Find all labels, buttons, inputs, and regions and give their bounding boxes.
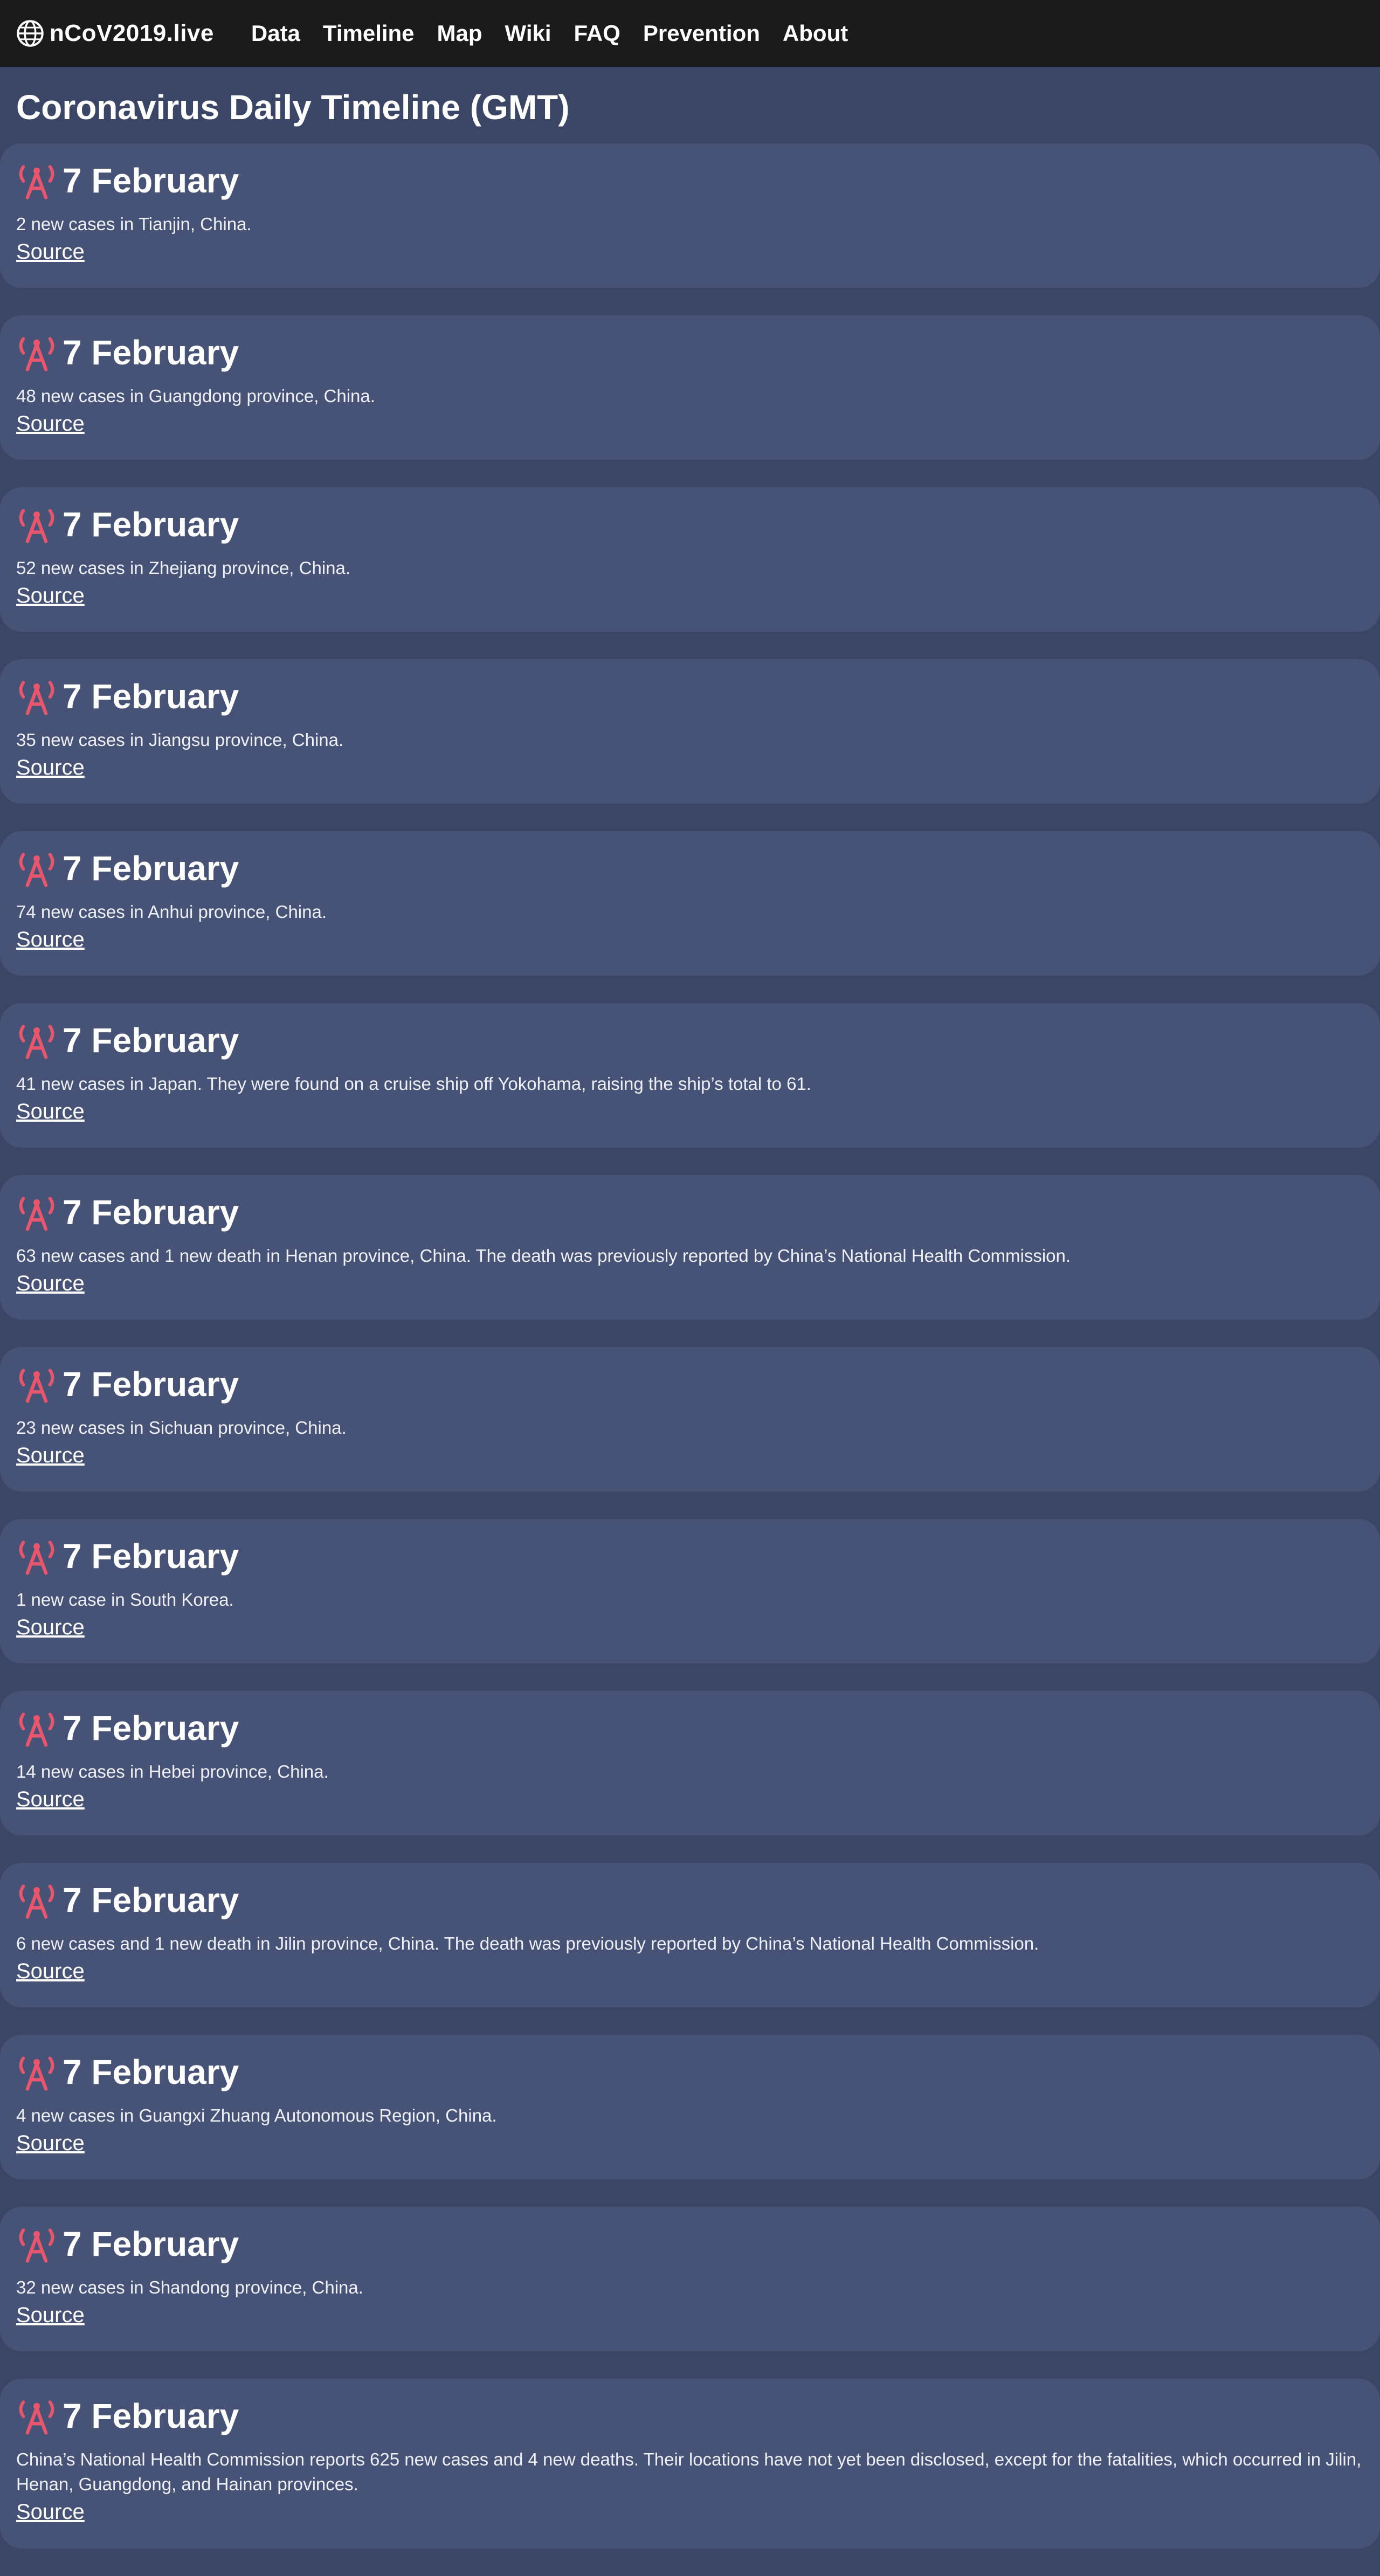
source-link[interactable]: Source	[16, 1444, 85, 1468]
broadcast-tower-icon	[19, 1712, 54, 1747]
source-link[interactable]: Source	[16, 2500, 85, 2524]
timeline-entry: 7 February 41 new cases in Japan. They we…	[0, 1003, 1380, 1148]
entry-date: 7 February	[63, 1365, 239, 1404]
entry-text: 23 new cases in Sichuan province, China.	[16, 1417, 347, 1438]
timeline-entry: 7 February 32 new cases in Shandong provi…	[0, 2207, 1380, 2352]
source-link[interactable]: Source	[16, 1272, 85, 1296]
broadcast-tower-icon	[19, 2056, 54, 2091]
source-link[interactable]: Source	[16, 1787, 85, 1812]
broadcast-tower-icon	[19, 1540, 54, 1575]
nav-link-wiki[interactable]: Wiki	[505, 20, 551, 46]
page-title: Coronavirus Daily Timeline (GMT)	[16, 88, 570, 127]
top-navbar: nCoV2019.live Data Timeline Map Wiki FAQ…	[0, 0, 1380, 67]
entry-date: 7 February	[63, 677, 239, 716]
entry-date: 7 February	[63, 1193, 239, 1232]
entry-text: 14 new cases in Hebei province, China.	[16, 1761, 329, 1781]
timeline-entry: 7 February 1 new case in South Korea. Sour…	[0, 1519, 1380, 1664]
entry-header: 7 February	[16, 1537, 1364, 1576]
broadcast-tower-icon	[19, 336, 54, 371]
timeline-entry: 7 February China’s National Health Commis…	[0, 2379, 1380, 2549]
brand-name: nCoV2019.live	[50, 20, 214, 46]
entry-header: 7 February	[16, 505, 1364, 544]
entry-date: 7 February	[63, 1709, 239, 1748]
entry-header: 7 February	[16, 1193, 1364, 1232]
entry-date: 7 February	[63, 1021, 239, 1060]
entry-date: 7 February	[63, 849, 239, 888]
entry-text: 41 new cases in Japan. They were found o…	[16, 1073, 811, 1094]
timeline-entry: 7 February 23 new cases in Sichuan provin…	[0, 1347, 1380, 1492]
entry-text: 35 new cases in Jiangsu province, China.	[16, 729, 344, 750]
nav-link-prevention[interactable]: Prevention	[643, 20, 760, 46]
timeline-entry: 7 February 4 new cases in Guangxi Zhuang …	[0, 2035, 1380, 2180]
entry-date: 7 February	[63, 2053, 239, 2092]
nav-links: Data Timeline Map Wiki FAQ Prevention Ab…	[240, 20, 859, 46]
timeline-entry: 7 February 48 new cases in Guangdong prov…	[0, 315, 1380, 460]
entry-date: 7 February	[63, 2397, 239, 2436]
source-link[interactable]: Source	[16, 240, 85, 264]
source-link[interactable]: Source	[16, 412, 85, 436]
entry-date: 7 February	[63, 333, 239, 372]
entry-header: 7 February	[16, 333, 1364, 372]
entry-header: 7 February	[16, 161, 1364, 201]
entry-date: 7 February	[63, 1537, 239, 1576]
entry-header: 7 February	[16, 1365, 1364, 1404]
entry-header: 7 February	[16, 2397, 1364, 2435]
nav-link-timeline[interactable]: Timeline	[323, 20, 415, 46]
source-link[interactable]: Source	[16, 1615, 85, 1640]
entry-date: 7 February	[63, 2225, 239, 2264]
entry-header: 7 February	[16, 849, 1364, 888]
entry-header: 7 February	[16, 2225, 1364, 2263]
entry-text: 4 new cases in Guangxi Zhuang Autonomous…	[16, 2105, 497, 2125]
broadcast-tower-icon	[19, 1368, 54, 1403]
timeline-entry: 7 February 6 new cases and 1 new death in…	[0, 1863, 1380, 2008]
brand-link[interactable]: nCoV2019.live	[16, 19, 214, 47]
timeline-entry: 7 February 74 new cases in Anhui province…	[0, 831, 1380, 976]
source-link[interactable]: Source	[16, 2131, 85, 2156]
timeline-entry: 7 February 14 new cases in Hebei province…	[0, 1691, 1380, 1836]
entry-text: 1 new case in South Korea.	[16, 1589, 234, 1610]
timeline-entry: 7 February 2 new cases in Tianjin, China.…	[0, 143, 1380, 288]
entry-text: 74 new cases in Anhui province, China.	[16, 901, 327, 922]
nav-link-about[interactable]: About	[783, 20, 848, 46]
nav-link-map[interactable]: Map	[437, 20, 482, 46]
entry-header: 7 February	[16, 1021, 1364, 1060]
source-link[interactable]: Source	[16, 1100, 85, 1124]
source-link[interactable]: Source	[16, 2303, 85, 2328]
entry-text: 63 new cases and 1 new death in Henan pr…	[16, 1245, 1071, 1266]
timeline-entry: 7 February 63 new cases and 1 new death i…	[0, 1175, 1380, 1320]
broadcast-tower-icon	[19, 852, 54, 887]
entry-date: 7 February	[63, 505, 239, 544]
nav-link-faq[interactable]: FAQ	[574, 20, 620, 46]
broadcast-tower-icon	[19, 2400, 54, 2435]
entry-text: 2 new cases in Tianjin, China.	[16, 213, 252, 234]
entry-header: 7 February	[16, 677, 1364, 716]
broadcast-tower-icon	[19, 164, 54, 199]
entry-header: 7 February	[16, 2053, 1364, 2091]
entry-header: 7 February	[16, 1881, 1364, 1919]
nav-link-data[interactable]: Data	[251, 20, 300, 46]
broadcast-tower-icon	[19, 2228, 54, 2263]
source-link[interactable]: Source	[16, 584, 85, 608]
entry-text: China’s National Health Commission repor…	[16, 2449, 1362, 2494]
broadcast-tower-icon	[19, 508, 54, 543]
entry-text: 48 new cases in Guangdong province, Chin…	[16, 385, 375, 406]
broadcast-tower-icon	[19, 680, 54, 715]
source-link[interactable]: Source	[16, 1959, 85, 1984]
broadcast-tower-icon	[19, 1884, 54, 1919]
entry-text: 52 new cases in Zhejiang province, China…	[16, 557, 351, 578]
timeline-entry: 7 February 52 new cases in Zhejiang provi…	[0, 487, 1380, 632]
entry-date: 7 February	[63, 161, 239, 201]
broadcast-tower-icon	[19, 1196, 54, 1231]
timeline-list: 7 February 2 new cases in Tianjin, China.…	[0, 143, 1380, 2576]
source-link[interactable]: Source	[16, 928, 85, 952]
globe-icon	[17, 20, 44, 47]
timeline-entry: 7 February 35 new cases in Jiangsu provin…	[0, 659, 1380, 804]
entry-header: 7 February	[16, 1709, 1364, 1748]
entry-date: 7 February	[63, 1881, 239, 1920]
entry-text: 32 new cases in Shandong province, China…	[16, 2277, 363, 2297]
source-link[interactable]: Source	[16, 756, 85, 780]
broadcast-tower-icon	[19, 1024, 54, 1059]
entry-text: 6 new cases and 1 new death in Jilin pro…	[16, 1933, 1039, 1953]
